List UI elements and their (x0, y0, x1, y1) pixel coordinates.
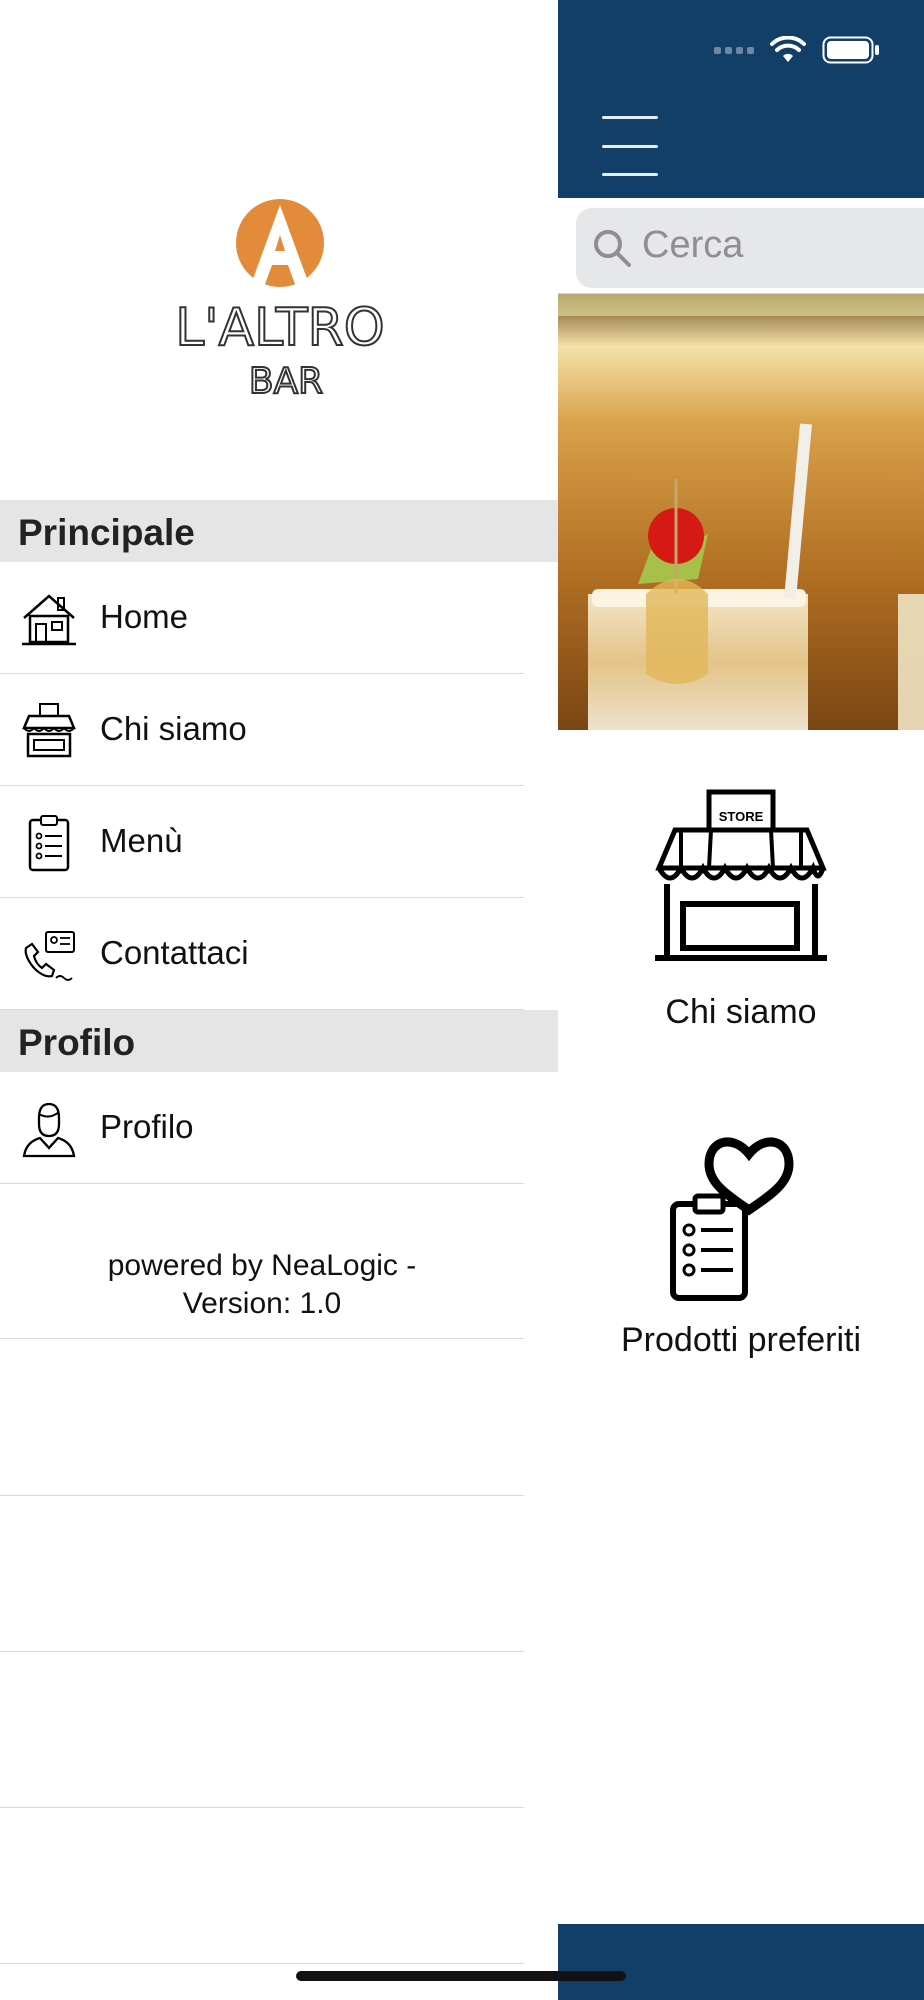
brand-line-2: BAR (249, 361, 323, 402)
store-icon: STORE (655, 789, 827, 961)
hero-image (558, 294, 924, 730)
search-placeholder: Cerca (642, 224, 744, 266)
section-title: Principale (18, 512, 195, 553)
user-icon (22, 1102, 76, 1158)
drawer-item-label: Chi siamo (100, 710, 247, 747)
section-header-profilo: Profilo (0, 1010, 558, 1072)
divider (0, 1495, 524, 1496)
drawer-item-menu[interactable]: Menù (0, 786, 524, 898)
favorites-icon (670, 1137, 794, 1301)
home-icon (22, 594, 76, 646)
section-header-principale: Principale (0, 500, 558, 562)
search-bar: Cerca (558, 198, 924, 294)
status-bar (714, 36, 880, 64)
drawer-item-label: Profilo (100, 1108, 194, 1145)
main-screen: Cerca STORE Chi siamo Prodotti preferiti (558, 0, 924, 2000)
battery-icon (822, 36, 879, 64)
drawer-footer: powered by NeaLogic - Version: 1.0 (0, 1183, 524, 1339)
section-title: Profilo (18, 1022, 136, 1063)
phone-contact-icon (24, 931, 75, 981)
menu-toggle-button[interactable] (602, 116, 658, 176)
clipboard-list-icon (28, 815, 70, 872)
home-indicator[interactable] (296, 1971, 626, 1981)
navigation-bar (558, 0, 924, 198)
side-drawer: L'ALTRO BAR Principale Home Chi siamo Me… (0, 0, 558, 2000)
tile-label: Prodotti preferiti (621, 1321, 861, 1359)
laltro-bar-logo: L'ALTRO BAR (174, 199, 386, 403)
drawer-item-chi-siamo[interactable]: Chi siamo (0, 674, 524, 786)
bottom-bar (558, 1924, 924, 2000)
search-input[interactable]: Cerca (576, 208, 924, 288)
drawer-item-label: Home (100, 598, 189, 635)
wifi-icon (770, 36, 806, 62)
drawer-item-contattaci[interactable]: Contattaci (0, 898, 524, 1010)
divider (0, 1651, 524, 1652)
brand-line-1: L'ALTRO (175, 298, 384, 358)
drawer-item-home[interactable]: Home (0, 562, 524, 674)
tile-label: Chi siamo (665, 993, 817, 1031)
store-sign-text: STORE (719, 809, 764, 824)
cellular-signal-icon (714, 46, 754, 54)
drawer-item-profilo[interactable]: Profilo (0, 1072, 524, 1184)
divider (0, 1807, 524, 1808)
drawer-item-label: Menù (100, 822, 183, 859)
tile-prodotti-preferiti[interactable]: Prodotti preferiti (558, 1126, 924, 1360)
store-icon (22, 703, 76, 758)
search-icon (594, 230, 631, 267)
tile-chi-siamo[interactable]: STORE Chi siamo (558, 788, 924, 1032)
drawer-item-label: Contattaci (100, 934, 249, 971)
version-text: powered by NeaLogic - Version: 1.0 (107, 1249, 417, 1320)
divider (0, 1963, 524, 1964)
